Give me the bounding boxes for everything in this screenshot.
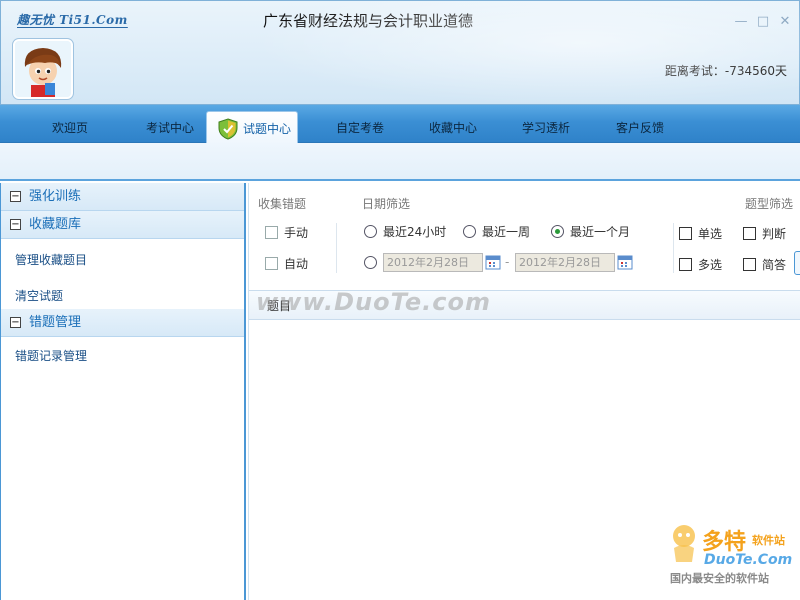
checkbox-single-choice[interactable]: 单选 [679, 225, 722, 242]
radio-label: 最近一周 [482, 225, 531, 239]
radio-last-24h[interactable]: 最近24小时 [364, 223, 446, 240]
sidebar: − 强化训练 − 收藏题库 管理收藏题目 清空试题 − 错题管理 错题记录管理 [0, 183, 246, 600]
type-filter-label: 题型筛选 [745, 197, 794, 211]
tab-learning-analysis[interactable]: 学习透析 [504, 113, 588, 143]
radio-last-month[interactable]: 最近一个月 [551, 223, 630, 240]
checkbox-box[interactable] [679, 258, 692, 271]
section-title: 收藏题库 [29, 217, 82, 232]
tab-label: 欢迎页 [51, 121, 88, 135]
date-to-input[interactable]: 2012年2月28日 [515, 253, 615, 272]
question-list-header: 题目 [249, 290, 800, 320]
radio-button[interactable] [364, 225, 377, 238]
radio-label: 最近一个月 [570, 225, 631, 239]
date-filter-label: 日期筛选 [362, 197, 411, 211]
checkbox-box[interactable] [265, 257, 278, 270]
checkbox-label: 自动 [284, 257, 309, 271]
checkbox-short-answer[interactable]: 简答 [743, 256, 786, 273]
radio-button[interactable] [364, 256, 377, 269]
app-title: 广东省财经法规与会计职业道德 [263, 12, 474, 30]
exam-countdown: 距离考试：-734560天 [664, 64, 787, 78]
sidebar-item-manage-favorites[interactable]: 管理收藏题目 [1, 243, 244, 277]
sidebar-item-wrong-records[interactable]: 错题记录管理 [1, 339, 244, 373]
date-from-input[interactable]: 2012年2月28日 [383, 253, 483, 272]
divider [336, 223, 337, 273]
section-title: 强化训练 [29, 189, 82, 204]
sidebar-item-clear-questions[interactable]: 清空试题 [1, 279, 244, 313]
checkbox-label: 简答 [762, 258, 787, 272]
tab-welcome[interactable]: 欢迎页 [28, 113, 112, 143]
avatar [13, 39, 73, 99]
radio-button[interactable] [463, 225, 476, 238]
checkbox-label: 单选 [698, 227, 723, 241]
search-button-partial[interactable] [794, 251, 800, 275]
window-controls: — □ ✕ [733, 13, 793, 29]
radio-label: 最近24小时 [383, 225, 447, 239]
radio-custom-range[interactable] [364, 256, 377, 269]
sidebar-section-wrong-questions[interactable]: − 错题管理 [1, 309, 244, 337]
main-content: 收集错题 日期筛选 题型筛选 手动 自动 最近24小时 最近一周 最近一个月 2… [248, 183, 800, 600]
checkbox-auto[interactable]: 自动 [265, 255, 308, 272]
column-header-question: 题目 [267, 299, 292, 313]
section-title: 错题管理 [29, 315, 82, 330]
collapse-icon[interactable]: − [10, 191, 21, 202]
maximize-icon[interactable]: □ [755, 13, 771, 29]
calendar-icon[interactable] [617, 254, 633, 270]
checkbox-manual[interactable]: 手动 [265, 224, 308, 241]
tab-label: 学习透析 [521, 121, 570, 135]
brand-logo: 趣无忧 Ti51.Com [17, 13, 128, 27]
checkbox-label: 手动 [284, 226, 309, 240]
main-nav: 欢迎页 考试中心 试题中心 自定考卷 收藏中心 学习透析 客户反馈 [0, 105, 800, 145]
calendar-icon[interactable] [485, 254, 501, 270]
tab-label: 收藏中心 [428, 121, 477, 135]
tab-label: 客户反馈 [615, 121, 664, 135]
minimize-icon[interactable]: — [733, 13, 749, 29]
tab-custom-paper[interactable]: 自定考卷 [318, 113, 402, 143]
close-icon[interactable]: ✕ [777, 13, 793, 29]
shield-check-icon [218, 118, 238, 140]
divider [673, 223, 674, 273]
range-separator: - [505, 255, 510, 269]
radio-last-week[interactable]: 最近一周 [463, 223, 530, 240]
checkbox-box[interactable] [265, 226, 278, 239]
sidebar-section-favorites[interactable]: − 收藏题库 [1, 211, 244, 239]
checkbox-box[interactable] [679, 227, 692, 240]
collapse-icon[interactable]: − [10, 219, 21, 230]
tab-favorites[interactable]: 收藏中心 [411, 113, 495, 143]
collapse-icon[interactable]: − [10, 317, 21, 328]
tab-feedback[interactable]: 客户反馈 [598, 113, 682, 143]
checkbox-label: 多选 [698, 258, 723, 272]
checkbox-multiple-choice[interactable]: 多选 [679, 256, 722, 273]
checkbox-box[interactable] [743, 227, 756, 240]
checkbox-true-false[interactable]: 判断 [743, 225, 786, 242]
cartoon-boy-icon [15, 41, 71, 97]
collect-wrong-label: 收集错题 [258, 197, 307, 211]
checkbox-label: 判断 [762, 227, 787, 241]
tab-exam-center[interactable]: 考试中心 [128, 113, 212, 143]
checkbox-box[interactable] [743, 258, 756, 271]
radio-button-selected[interactable] [551, 225, 564, 238]
tab-label: 考试中心 [145, 121, 194, 135]
sidebar-section-intensive-training[interactable]: − 强化训练 [1, 183, 244, 211]
tab-label: 自定考卷 [335, 121, 384, 135]
tab-question-center[interactable]: 试题中心 [206, 111, 298, 145]
toolbar-strip [0, 143, 800, 181]
app-header: 趣无忧 Ti51.Com 广东省财经法规与会计职业道德 — □ ✕ 距离考试：-… [0, 0, 800, 106]
